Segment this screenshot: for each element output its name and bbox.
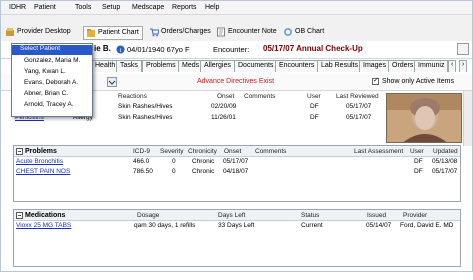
active-items-checkbox[interactable] — [372, 76, 379, 86]
header-scroll-button[interactable] — [457, 43, 469, 55]
allergy-onset: 11/26/01 — [211, 114, 236, 121]
provider-desktop-button[interactable]: Provider Desktop — [3, 26, 74, 40]
menu-item-patient[interactable]: Abner, Brian C. — [12, 90, 92, 100]
menu-patient[interactable]: Patient — [34, 4, 56, 11]
menu-item-patient[interactable]: Yang, Kwan L. — [12, 68, 92, 78]
note-icon — [217, 27, 225, 37]
tab-documents[interactable]: Documents — [234, 60, 278, 72]
medication-days-left: 33 Days Left — [218, 222, 255, 229]
allergy-user: DF — [310, 103, 319, 110]
advance-directives-alert[interactable]: Advance Directives Exist — [197, 78, 274, 85]
menu-setup[interactable]: Setup — [102, 4, 120, 11]
medication-provider: Ford, David E. MD — [400, 222, 454, 229]
problem-chronicity: Chronic — [192, 158, 215, 165]
chart-folder-icon — [87, 29, 95, 37]
medications-title: Medications — [25, 212, 66, 219]
problems-section: Problems ICD-9 Severity Chronicity Onset… — [13, 145, 461, 202]
patient-chart-button[interactable]: Patient Chart — [83, 26, 143, 40]
active-items-label: Show only Active Items — [382, 78, 454, 85]
select-patient-menu: Select Patient Gonzalez, Maria M. Yang, … — [11, 43, 93, 117]
ob-icon — [284, 28, 292, 36]
medication-status: Current — [301, 222, 323, 229]
medications-section: Medications Dosage Days Left Status Issu… — [13, 209, 461, 267]
tab-problems[interactable]: Problems — [142, 60, 180, 72]
allergy-onset: 02/20/09 — [211, 103, 237, 110]
provider-icon — [6, 28, 14, 36]
allergy-user: DF — [310, 114, 319, 121]
tab-scroll-left[interactable]: ‹ — [448, 60, 457, 72]
main-window: IDHR Patient Tools Setup Medscape Report… — [0, 0, 473, 272]
tab-lab-results[interactable]: Lab Results — [317, 60, 362, 72]
filter-dropdown-button[interactable] — [107, 77, 117, 87]
allergies-scrollbar[interactable] — [463, 91, 472, 146]
col-last-assessment: Last Assessment — [354, 148, 404, 155]
cart-icon — [150, 28, 159, 37]
problem-updated: 05/13/08 — [432, 158, 458, 165]
allergy-reaction: Skin Rashes/Hives — [118, 114, 173, 121]
menu-idhr[interactable]: IDHR — [9, 4, 26, 11]
tab-images[interactable]: Images — [359, 60, 390, 72]
encounter-value[interactable]: 05/17/07 Annual Check-Up — [263, 44, 363, 53]
problem-name[interactable]: CHEST PAIN NOS — [16, 168, 70, 177]
medication-dosage: qam 30 days, 1 refills — [134, 222, 196, 229]
problems-title: Problems — [25, 148, 57, 155]
problems-header: Problems ICD-9 Severity Chronicity Onset… — [14, 146, 460, 157]
col-comments: Comments — [244, 93, 276, 100]
problem-updated: 05/17/07 — [432, 168, 458, 175]
problem-user: DF — [414, 168, 423, 175]
col-comments: Comments — [255, 148, 287, 155]
svg-text:i: i — [120, 47, 122, 54]
tab-encounters[interactable]: Encounters — [275, 60, 319, 72]
medication-name[interactable]: Vioxx 25 MG TABS — [16, 222, 71, 231]
problem-onset: 04/18/07 — [223, 168, 249, 175]
tab-orders[interactable]: Orders — [388, 60, 418, 72]
problem-user: DF — [414, 158, 423, 165]
encounter-note-button[interactable]: Encounter Note — [214, 26, 280, 40]
encounter-label: Encounter: — [213, 45, 250, 54]
menu-item-select-patient[interactable]: Select Patient — [12, 45, 92, 55]
problem-onset: 05/17/07 — [223, 158, 249, 165]
tab-scroll-right[interactable]: › — [459, 60, 468, 72]
menu-help[interactable]: Help — [205, 4, 219, 11]
patient-photo — [386, 93, 462, 143]
patient-name: ie B. — [94, 44, 111, 53]
section-icon — [16, 212, 23, 219]
problem-severity: 0 — [172, 168, 176, 175]
patient-portrait-image — [387, 94, 461, 142]
problem-icd: 786.50 — [133, 168, 153, 175]
problem-chronicity: Chronic — [192, 168, 215, 175]
ob-chart-button[interactable]: OB Chart — [281, 26, 327, 40]
menu-bar: IDHR Patient Tools Setup Medscape Report… — [1, 1, 472, 15]
medications-header: Medications Dosage Days Left Status Issu… — [14, 210, 460, 221]
allergy-reviewed: 05/17/07 — [346, 114, 372, 121]
menu-medscape[interactable]: Medscape — [132, 4, 164, 11]
problem-icd: 466.0 — [133, 158, 150, 165]
toolbar: Provider Desktop Patient Chart Orders/Ch… — [1, 15, 472, 44]
tab-tasks[interactable]: Tasks — [116, 60, 142, 72]
menu-item-patient[interactable]: Evans, Deborah A. — [12, 79, 92, 89]
problem-severity: 0 — [172, 158, 176, 165]
menu-item-patient[interactable]: Arnold, Tracey A. — [12, 101, 92, 111]
tab-allergies[interactable]: Allergies — [200, 60, 235, 72]
orders-charges-button[interactable]: Orders/Charges — [147, 26, 214, 40]
menu-reports[interactable]: Reports — [172, 4, 197, 11]
chevron-down-icon — [108, 80, 116, 85]
menu-item-patient[interactable]: Gonzalez, Maria M. — [12, 57, 92, 67]
info-icon[interactable]: i — [116, 45, 125, 54]
medication-issued: 05/14/07 — [366, 222, 392, 229]
menu-tools[interactable]: Tools — [75, 4, 91, 11]
problem-name[interactable]: Acute Bronchitis — [16, 158, 63, 167]
tab-immunizations[interactable]: Immuniz — [414, 60, 449, 72]
section-icon — [16, 148, 23, 155]
allergy-reaction: Skin Rashes/Hives — [118, 103, 173, 110]
chart-tabs: Health Tasks Problems Meds Allergies Doc… — [91, 59, 472, 73]
tab-health[interactable]: Health — [91, 60, 120, 72]
patient-dob: 04/01/1940 67yo F — [127, 45, 190, 54]
allergy-reviewed: 05/17/07 — [346, 103, 372, 110]
